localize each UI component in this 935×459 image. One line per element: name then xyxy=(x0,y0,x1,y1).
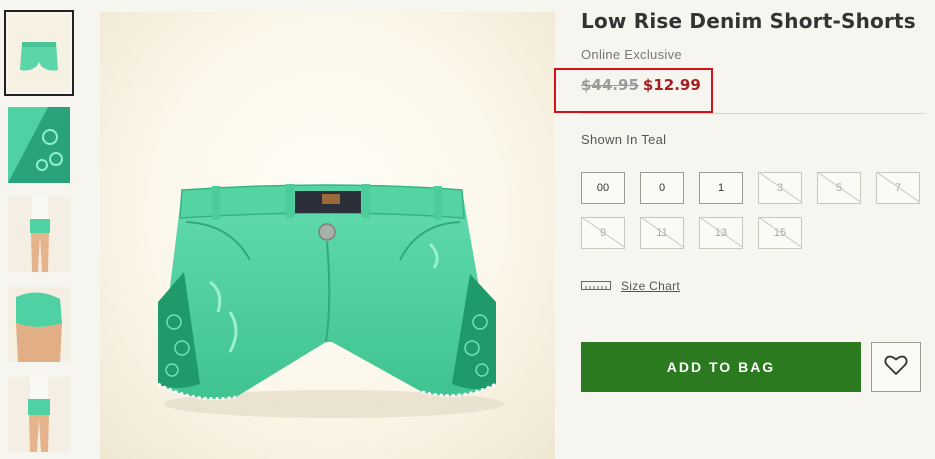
thumbnail-4[interactable] xyxy=(8,287,70,362)
size-option-00[interactable]: 00 xyxy=(581,172,625,204)
main-product-image[interactable] xyxy=(100,12,555,459)
thumbnail-image xyxy=(8,377,70,452)
size-label: 0 xyxy=(658,182,666,194)
denim-shorts-image xyxy=(157,184,504,418)
online-exclusive-badge: Online Exclusive xyxy=(581,47,682,62)
size-option-3[interactable]: 3 xyxy=(758,172,802,204)
size-label: 5 xyxy=(835,182,843,194)
add-to-bag-button[interactable]: ADD TO BAG xyxy=(581,342,861,392)
size-chart-label: Size Chart xyxy=(621,279,681,293)
size-option-1[interactable]: 1 xyxy=(699,172,743,204)
size-chart-link[interactable]: Size Chart xyxy=(581,277,680,295)
original-price: $44.95 xyxy=(581,76,639,94)
product-title: Low Rise Denim Short-Shorts xyxy=(581,9,916,33)
heart-icon xyxy=(884,354,908,381)
size-label: 13 xyxy=(714,227,728,239)
size-option-9[interactable]: 9 xyxy=(581,217,625,249)
thumbnail-3[interactable] xyxy=(8,197,70,272)
size-option-7[interactable]: 7 xyxy=(876,172,920,204)
size-label: 3 xyxy=(776,182,784,194)
size-label: 15 xyxy=(773,227,787,239)
ruler-icon xyxy=(581,277,611,295)
size-label: 9 xyxy=(599,227,607,239)
size-option-13[interactable]: 13 xyxy=(699,217,743,249)
price-row: $44.95 $12.99 xyxy=(581,76,701,94)
size-option-15[interactable]: 15 xyxy=(758,217,802,249)
thumbnail-image xyxy=(8,287,70,362)
size-option-5[interactable]: 5 xyxy=(817,172,861,204)
details-divider xyxy=(581,113,925,114)
thumbnail-5[interactable] xyxy=(8,377,70,452)
size-label: 00 xyxy=(596,182,610,194)
size-label: 7 xyxy=(894,182,902,194)
thumbnail-list xyxy=(0,0,80,459)
thumbnail-1[interactable] xyxy=(4,10,74,96)
color-label: Shown In Teal xyxy=(581,132,667,147)
size-option-11[interactable]: 11 xyxy=(640,217,684,249)
wishlist-button[interactable] xyxy=(871,342,921,392)
thumbnail-image xyxy=(8,107,70,183)
thumbnail-2[interactable] xyxy=(8,107,70,183)
thumbnail-image xyxy=(8,197,70,272)
thumbnail-image xyxy=(8,14,70,92)
sale-price: $12.99 xyxy=(642,76,701,94)
size-option-0[interactable]: 0 xyxy=(640,172,684,204)
size-label: 11 xyxy=(656,227,668,239)
size-label: 1 xyxy=(717,182,725,194)
